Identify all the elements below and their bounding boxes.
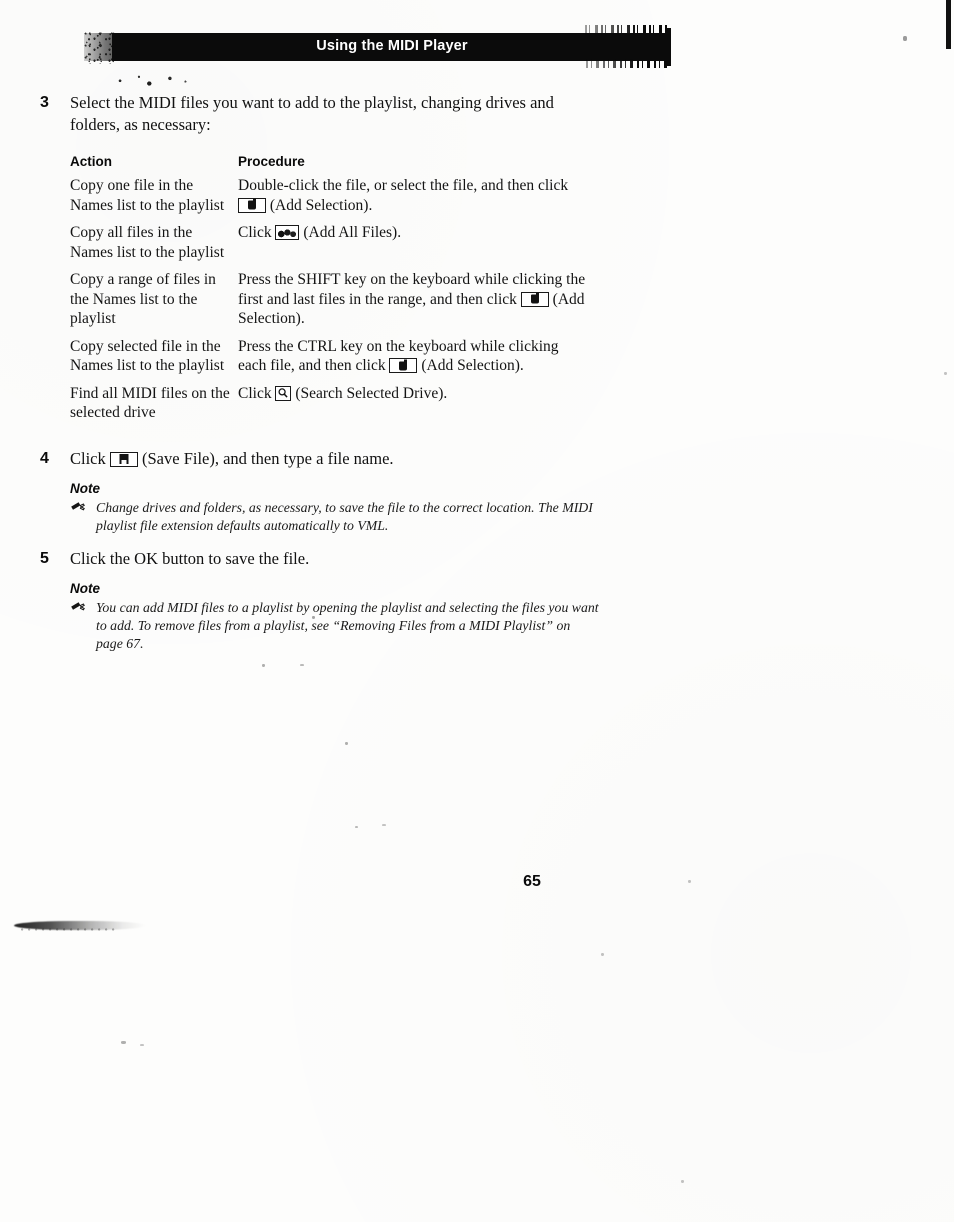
procedure-text-after: (Add Selection). [269,196,373,214]
scan-speck [681,1180,684,1183]
scan-speck [262,664,265,667]
page-header-banner: Using the MIDI Player [84,25,676,68]
step-3: 3 Select the MIDI files you want to add … [40,92,600,136]
page-content: 3 Select the MIDI files you want to add … [40,92,600,653]
row-action-text: Copy a range of files in the Names list … [70,271,216,327]
add-selection-icon[interactable] [520,291,549,307]
step-4-text-after: (Save File), and then type a file name. [142,448,394,468]
step-4: 4 Click (Save File), and then type a fil… [40,448,600,470]
column-header-action: Action [70,154,112,169]
procedure-text-before: Click [238,224,272,241]
step-5-text: Click the OK button to save the file. [70,548,310,568]
scan-speck [300,664,304,666]
step-3-number: 3 [40,94,49,111]
note-row: Change drives and folders, as necessary,… [70,499,600,535]
pencil-icon [70,499,96,513]
page-number: 65 [523,873,541,890]
table-row: Copy all files in the Names list to the … [70,223,590,262]
note-glyph [248,198,256,210]
note-glyph [530,292,539,304]
scan-speck [944,372,947,375]
table-row: Copy one file in the Names list to the p… [70,176,590,215]
procedure-text-after: (Add Selection). [421,357,524,374]
step-4-number: 4 [40,449,49,467]
procedure-text-after: (Search Selected Drive). [295,384,448,402]
row-procedure-text: Press the CTRL key on the keyboard while… [238,337,590,376]
procedure-table-header-row: Action Procedure [70,154,590,169]
row-action-text: Copy one file in the Names list to the p… [70,177,225,214]
note-row: You can add MIDI files to a playlist by … [70,599,600,653]
procedure-text-after: (Add All Files). [303,224,402,241]
add-selection-icon[interactable] [389,358,418,373]
header-title: Using the MIDI Player [316,38,468,54]
row-procedure-text: Click (Search Selected Drive). [238,384,590,423]
step-3-text: Select the MIDI files you want to add to… [70,93,554,134]
save-file-icon[interactable] [109,451,138,467]
multi-note-glyph [278,227,297,238]
table-row: Copy a range of files in the Names list … [70,270,590,329]
note-text: Change drives and folders, as necessary,… [96,499,593,533]
note-label: Note [70,580,100,596]
procedure-text-before: Double-click the file, or select the fil… [238,177,569,194]
row-procedure-text: Click (Add All Files). [238,223,590,262]
scan-smudge-dots-artifact [20,927,116,933]
row-procedure-text: Press the SHIFT key on the keyboard whil… [238,270,590,329]
procedure-table: Action Procedure Copy one file in the Na… [70,154,590,423]
row-procedure-text: Double-click the file, or select the fil… [238,176,590,215]
step-4-text: Click (Save File), and then type a file … [70,448,600,470]
column-header-procedure: Procedure [238,154,305,169]
scan-speck [382,824,386,826]
search-selected-drive-icon[interactable] [275,385,292,401]
row-action-text: Copy selected file in the Names list to … [70,337,225,375]
step-4-text-before: Click [70,448,106,468]
scan-speck [601,953,604,956]
banner-right-cap [667,28,671,66]
row-action-text: Find all MIDI files on the selected driv… [70,384,230,422]
table-row: Find all MIDI files on the selected driv… [70,384,590,423]
scan-speck [121,1041,126,1044]
note-block-2: Note You can add MIDI files to a playlis… [70,581,600,653]
scan-edge-artifact [946,0,951,49]
floppy-disk-glyph [119,454,129,464]
scan-speck [903,36,907,41]
note-label: Note [70,480,100,496]
procedure-text-before: Click [238,384,272,402]
note-glyph [399,359,408,370]
scan-speck [345,742,348,745]
step-5-number: 5 [40,549,49,567]
scan-speck [312,616,315,619]
scan-speck [688,880,691,883]
add-selection-icon[interactable] [238,197,266,213]
note-text: You can add MIDI files to a playlist by … [96,599,599,651]
scan-speck [140,1044,144,1046]
pencil-icon [70,599,96,613]
scan-speck [355,826,358,828]
table-row: Copy selected file in the Names list to … [70,337,590,376]
magnifier-glyph [278,388,289,399]
add-all-files-icon[interactable] [275,225,300,240]
row-action-text: Copy all files in the Names list to the … [70,224,225,261]
scan-speckle-artifact [108,72,194,88]
step-5: 5 Click the OK button to save the file. [40,548,600,570]
note-block-1: Note Change drives and folders, as neces… [70,481,600,535]
